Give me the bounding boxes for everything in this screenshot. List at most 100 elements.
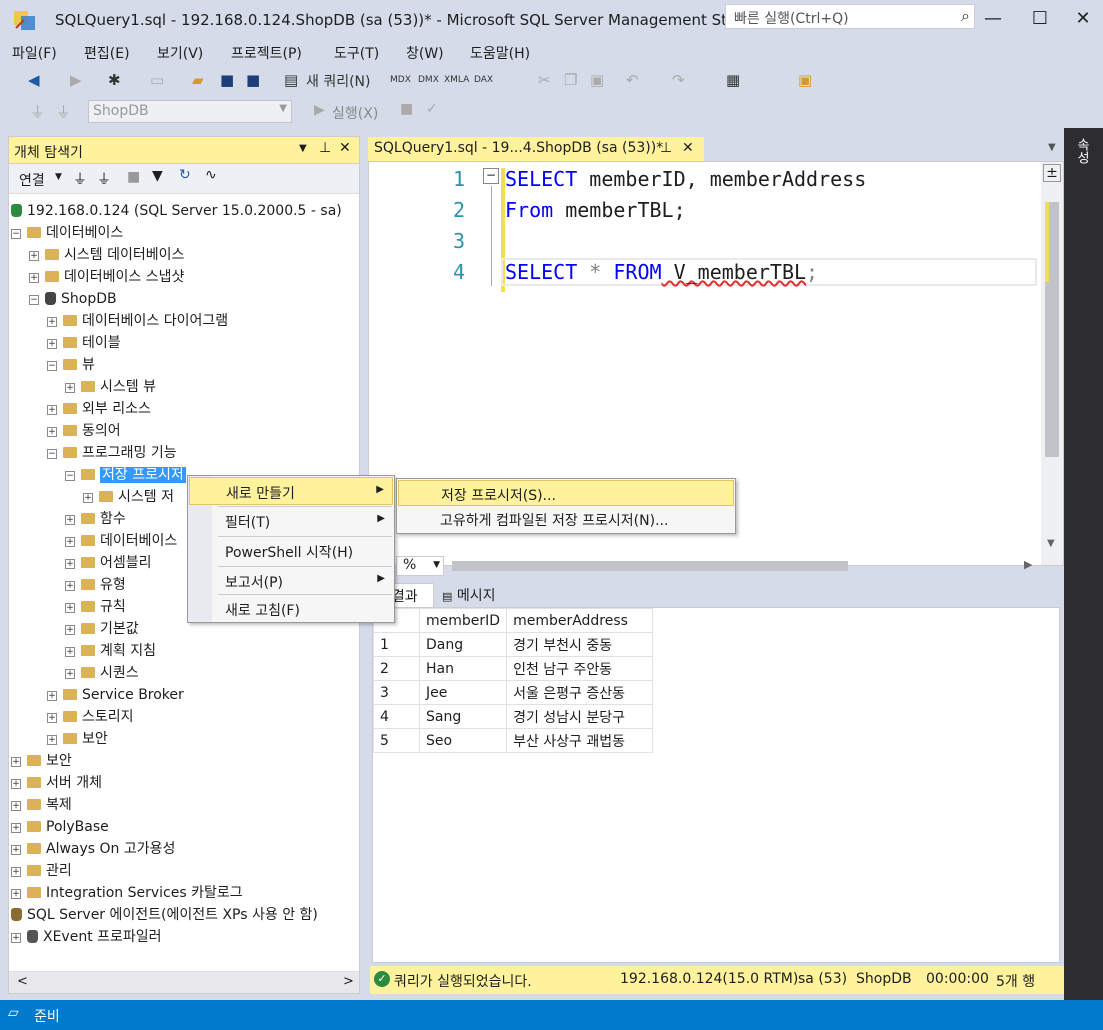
menu-item-reports[interactable]: 보고서(P) ▶	[189, 567, 393, 595]
tree-node[interactable]: + 계획 지침	[65, 641, 156, 661]
back-icon[interactable]: ◀	[28, 71, 40, 89]
pin-icon[interactable]: ⊥	[660, 140, 672, 156]
expand-icon[interactable]: +	[11, 845, 21, 855]
tab-messages[interactable]: ▤ 메시지	[438, 583, 512, 607]
expand-icon[interactable]: +	[29, 251, 39, 261]
table-cell[interactable]: 인천 남구 주안동	[506, 656, 654, 681]
tree-node[interactable]: + 시스템 데이터베이스	[29, 245, 184, 265]
add-item-icon[interactable]: ▭	[150, 71, 164, 89]
change-connection-icon[interactable]: ⏚	[56, 101, 71, 122]
row-number-cell[interactable]: 5	[373, 728, 420, 753]
table-row[interactable]: 3 Jee 서울 은평구 증산동	[373, 680, 654, 705]
maximize-icon[interactable]: ☐	[1025, 8, 1055, 29]
scroll-down-icon[interactable]: ▼	[1047, 538, 1055, 549]
tree-node[interactable]: + 시스템 뷰	[65, 377, 156, 397]
table-cell[interactable]: Han	[418, 656, 508, 681]
expand-icon[interactable]: +	[11, 933, 21, 943]
expand-icon[interactable]: +	[65, 625, 75, 635]
tab-list-icon[interactable]: ▼	[1048, 142, 1056, 153]
xmla-query-icon[interactable]: XMLA	[444, 75, 469, 85]
tree-node[interactable]: + 데이터베이스 스냅샷	[29, 267, 184, 287]
tree-node[interactable]: + 데이터베이스	[65, 531, 177, 551]
tree-node[interactable]: + 규칙	[65, 597, 126, 617]
editor-vertical-scrollbar[interactable]: ± ▼	[1041, 162, 1063, 565]
row-number-cell[interactable]: 3	[373, 680, 420, 705]
menu-tools[interactable]: 도구(T)	[334, 43, 379, 63]
tree-node[interactable]: + 데이터베이스 다이어그램	[47, 311, 228, 331]
expand-icon[interactable]: +	[11, 867, 21, 877]
menu-window[interactable]: 창(W)	[406, 43, 444, 63]
check-icon[interactable]: ✓	[426, 101, 438, 117]
collapse-icon[interactable]: −	[47, 449, 57, 459]
table-cell[interactable]: 서울 은평구 증산동	[506, 680, 654, 705]
results-grid[interactable]: memberID memberAddress 1 Dang 경기 부천시 중동 2 Ha…	[372, 607, 1060, 963]
tree-node[interactable]: − ShopDB	[29, 289, 117, 309]
activity-icon[interactable]: ∿	[205, 167, 217, 183]
table-row[interactable]: 5 Seo 부산 사상구 괘법동	[373, 728, 654, 753]
menu-file[interactable]: 파일(F)	[12, 43, 57, 63]
menu-item-filter[interactable]: 필터(T) ▶	[189, 507, 393, 535]
expand-icon[interactable]: +	[65, 581, 75, 591]
scroll-left-icon[interactable]: <	[17, 974, 28, 989]
scroll-right-icon[interactable]: >	[343, 974, 354, 989]
table-cell[interactable]: 경기 부천시 중동	[506, 632, 654, 657]
collapse-icon[interactable]: −	[65, 471, 75, 481]
tree-node[interactable]: SQL Server 에이전트(에이전트 XPs 사용 안 함)	[11, 905, 318, 925]
activity-monitor-icon[interactable]: ▦	[726, 71, 740, 89]
tree-node[interactable]: − 프로그래밍 기능	[47, 443, 177, 463]
tree-node[interactable]: + 유형	[65, 575, 126, 595]
undo-icon[interactable]: ↶	[626, 71, 639, 89]
expand-icon[interactable]: +	[11, 823, 21, 833]
refresh-icon[interactable]: ↻	[179, 167, 191, 183]
expand-icon[interactable]: +	[65, 603, 75, 613]
panel-close-icon[interactable]: ✕	[339, 140, 351, 156]
tree-node[interactable]: + 외부 리소스	[47, 399, 151, 419]
properties-window-icon[interactable]: ▣	[798, 71, 812, 89]
table-cell[interactable]: Jee	[418, 680, 508, 705]
disconnect-icon[interactable]: ⏚	[97, 169, 111, 189]
expand-icon[interactable]: +	[47, 427, 57, 437]
tree-node[interactable]: + Service Broker	[47, 685, 184, 705]
zoom-select[interactable]: % ▼	[396, 556, 444, 576]
tree-node[interactable]: − 뷰	[47, 355, 95, 375]
tree-node[interactable]: + 기본값	[65, 619, 139, 639]
table-row[interactable]: 1 Dang 경기 부천시 중동	[373, 632, 654, 657]
collapse-icon[interactable]: −	[47, 361, 57, 371]
expand-icon[interactable]: +	[65, 647, 75, 657]
expand-icon[interactable]: +	[11, 757, 21, 767]
expand-icon[interactable]: +	[65, 559, 75, 569]
stop-icon[interactable]: ■	[127, 169, 140, 185]
panel-menu-icon[interactable]: ▼	[299, 143, 307, 154]
tree-node[interactable]: − 저장 프로시저	[65, 465, 186, 485]
save-icon[interactable]: ■	[220, 71, 234, 89]
row-number-cell[interactable]: 2	[373, 656, 420, 681]
connect-icon[interactable]: ⏚	[30, 101, 45, 122]
connect-dropdown[interactable]: 연결	[19, 170, 45, 190]
tree-node[interactable]: + 서버 개체	[11, 773, 102, 793]
expand-icon[interactable]: +	[47, 339, 57, 349]
expand-icon[interactable]: +	[11, 801, 21, 811]
quick-launch-input[interactable]: 빠른 실행(Ctrl+Q) ⌕	[725, 4, 975, 29]
menu-item-refresh[interactable]: 새로 고침(F)	[189, 595, 393, 623]
tree-node[interactable]: + 보안	[47, 729, 108, 749]
paste-icon[interactable]: ▣	[590, 71, 604, 89]
row-number-cell[interactable]: 1	[373, 632, 420, 657]
menu-item-powershell[interactable]: PowerShell 시작(H)	[189, 537, 393, 565]
table-row[interactable]: 2 Han 인천 남구 주안동	[373, 656, 654, 681]
forward-icon[interactable]: ▶	[70, 71, 82, 89]
expand-icon[interactable]: +	[11, 889, 21, 899]
minimize-icon[interactable]: —	[978, 8, 1008, 29]
expand-icon[interactable]: +	[65, 669, 75, 679]
horizontal-scrollbar[interactable]: < >	[9, 971, 359, 993]
new-query-icon[interactable]: ▤	[284, 71, 298, 89]
tree-node[interactable]: + Integration Services 카탈로그	[11, 883, 243, 903]
column-header[interactable]: memberID	[418, 608, 508, 633]
properties-side-tab[interactable]: 속성	[1072, 138, 1091, 164]
menu-item-new-native-compiled-procedure[interactable]: 고유하게 컴파일된 저장 프로시저(N)...	[398, 506, 734, 532]
chevron-down-icon[interactable]: ▼	[55, 172, 62, 182]
copy-icon[interactable]: ❐	[564, 71, 577, 89]
menu-view[interactable]: 보기(V)	[157, 43, 203, 63]
search-icon[interactable]: ⌕	[961, 6, 970, 26]
tree-node[interactable]: + 복제	[11, 795, 72, 815]
collapse-icon[interactable]: −	[29, 295, 39, 305]
